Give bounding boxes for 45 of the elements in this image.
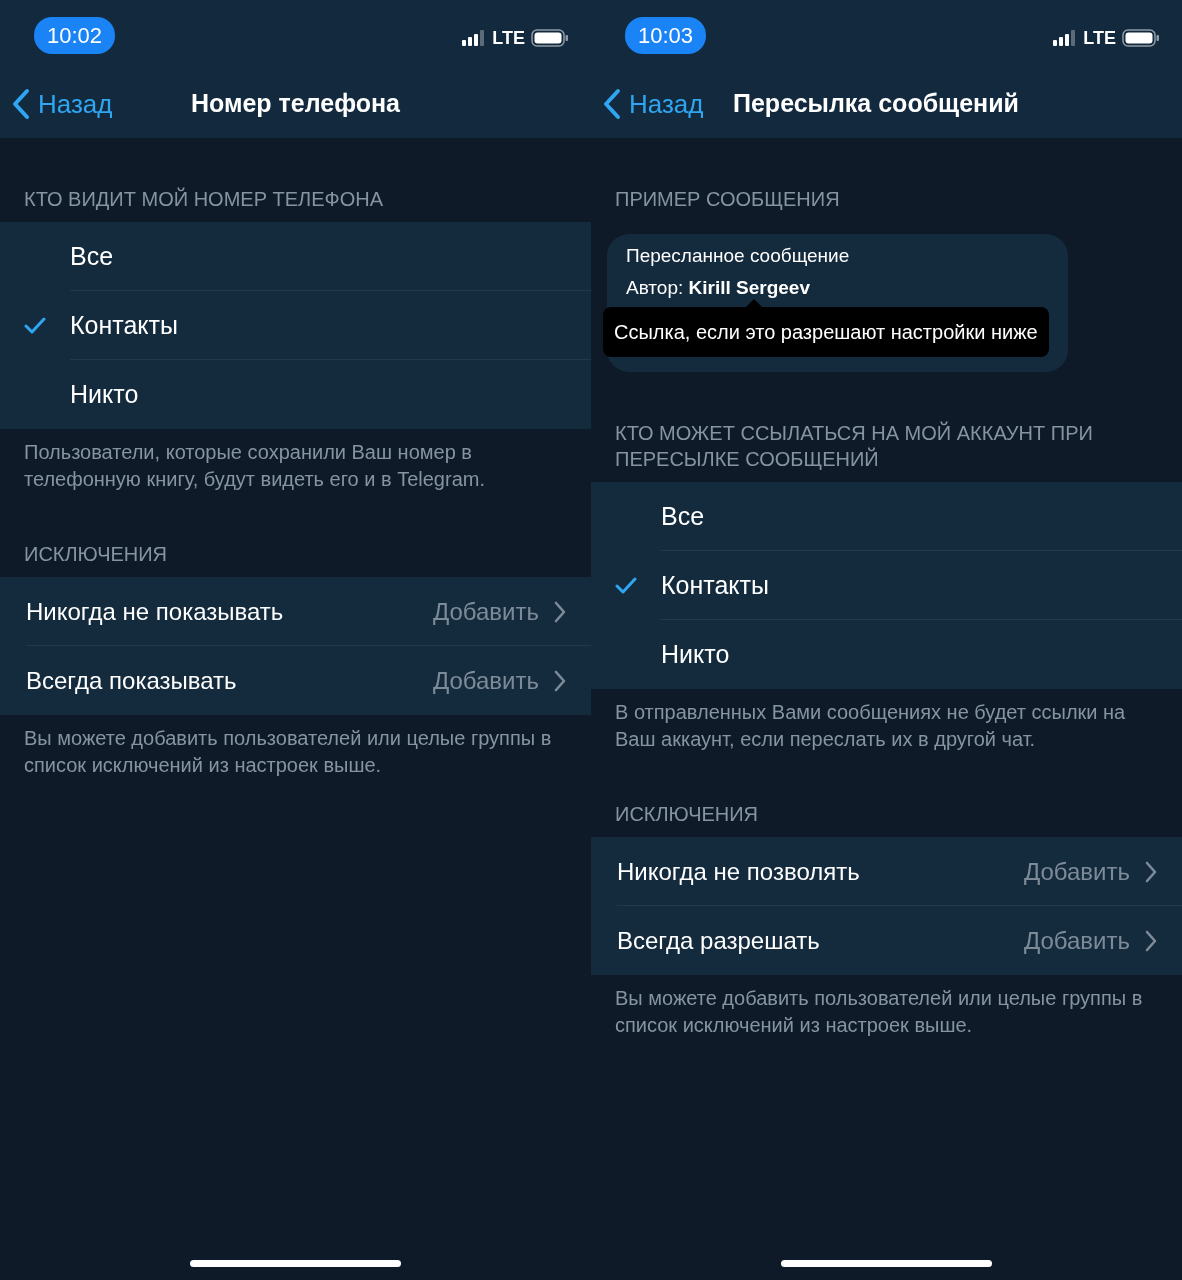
section-header: ПРИМЕР СООБЩЕНИЯ xyxy=(614,187,841,212)
section-header: КТО ВИДИТ МОЙ НОМЕР ТЕЛЕФОНА xyxy=(23,186,385,212)
back-chevron-icon xyxy=(12,88,30,120)
status-time: 10:03 xyxy=(625,16,707,54)
section-footer: Вы можете добавить пользователей или целые группы в список исключений из настроек выше. xyxy=(0,715,591,779)
tooltip-arrow xyxy=(745,299,763,308)
option-row[interactable]: Никто xyxy=(591,620,1182,689)
option-row[interactable]: Все xyxy=(0,222,591,291)
list-item-label: Никогда не позволять xyxy=(616,856,861,887)
back-button[interactable]: Назад xyxy=(12,84,113,124)
section-footer: В отправленных Вами сообщениях не будет ссылки на Ваш аккаунт, если переслать их в другой чат. xyxy=(591,689,1182,753)
tooltip: Ссылка, если это разрешают настройки ниже xyxy=(603,307,1049,357)
battery-icon xyxy=(1122,29,1160,47)
option-row[interactable]: Все xyxy=(591,482,1182,551)
section-header: ИСКЛЮЧЕНИЯ xyxy=(23,542,169,567)
add-link[interactable]: Добавить xyxy=(432,593,539,630)
section-header: КТО МОЖЕТ ССЫЛАТЬСЯ НА МОЙ АККАУНТ ПРИ ПЕРЕСЫЛКЕ СООБЩЕНИЙ xyxy=(614,420,1094,472)
chevron-right-icon xyxy=(553,599,567,624)
chevron-right-icon xyxy=(553,668,567,693)
signal-icon xyxy=(462,30,487,46)
author-line: Автор: Kirill Sergeev xyxy=(626,275,811,300)
option-row[interactable]: Никто xyxy=(0,360,591,429)
add-link[interactable]: Добавить xyxy=(432,662,539,699)
forwarded-label: Пересланное сообщение xyxy=(626,244,851,268)
list-item-label: Никогда не показывать xyxy=(25,596,285,627)
add-link[interactable]: Добавить xyxy=(1023,922,1130,959)
network-label: LTE xyxy=(1083,26,1116,50)
section-header: ИСКЛЮЧЕНИЯ xyxy=(614,802,760,827)
screen-title: Номер телефона xyxy=(189,88,401,120)
chevron-right-icon xyxy=(1144,928,1158,953)
back-button[interactable]: Назад xyxy=(603,84,704,124)
add-link[interactable]: Добавить xyxy=(1023,853,1130,890)
list-item-label: Всегда показывать xyxy=(25,665,238,696)
status-time: 10:02 xyxy=(34,16,116,54)
battery-icon xyxy=(531,29,569,47)
chevron-right-icon xyxy=(1144,859,1158,884)
signal-icon xyxy=(1053,30,1078,46)
network-label: LTE xyxy=(492,26,525,50)
back-chevron-icon xyxy=(603,88,621,120)
screen-title: Пересылка сообщений xyxy=(733,88,1019,120)
option-row[interactable]: Контакты xyxy=(591,551,1182,620)
option-row[interactable]: Контакты xyxy=(0,291,591,360)
list-item-label: Всегда разрешать xyxy=(616,925,821,956)
section-footer: Пользователи, которые сохранили Ваш номер в телефонную книгу, будут видеть его и в Telegram. xyxy=(0,429,591,493)
section-footer: Вы можете добавить пользователей или целые группы в список исключений из настроек выше. xyxy=(591,975,1182,1039)
